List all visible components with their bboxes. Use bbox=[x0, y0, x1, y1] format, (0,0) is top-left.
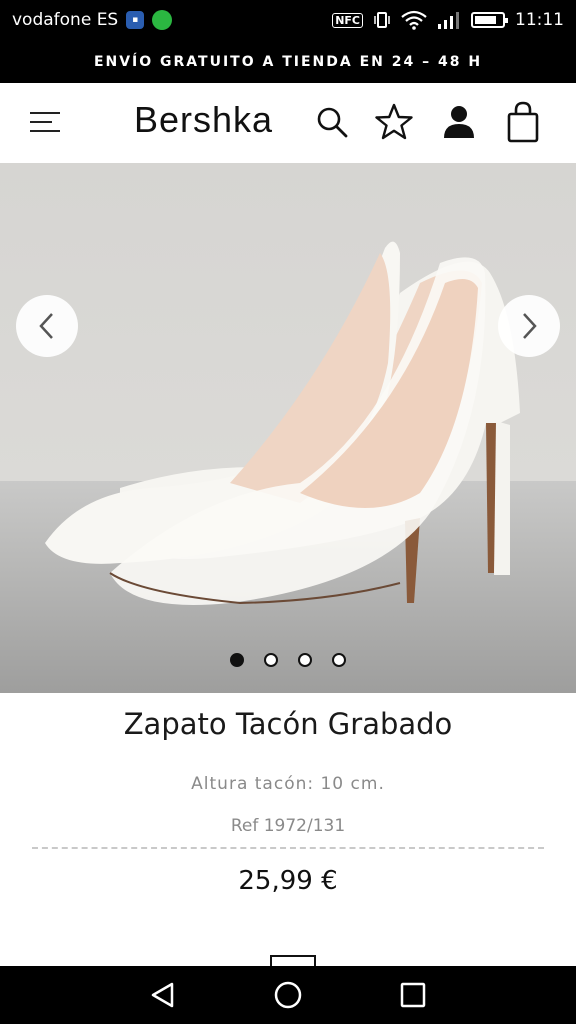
product-description: Altura tacón: 10 cm. bbox=[191, 774, 385, 794]
star-icon bbox=[375, 103, 413, 140]
whatsapp-icon bbox=[152, 10, 173, 30]
product-price: 25,99 € bbox=[238, 866, 338, 896]
carousel-dot[interactable] bbox=[298, 653, 312, 667]
search-button[interactable] bbox=[312, 101, 352, 143]
recents-button[interactable] bbox=[391, 973, 435, 1017]
product-title: Zapato Tacón Grabado bbox=[123, 707, 453, 741]
sim-app-icon: ▪ bbox=[126, 11, 145, 29]
promo-text: ENVÍO GRATUITO A TIENDA EN 24 – 48 H bbox=[93, 53, 483, 70]
carrier-label: vodafone ES bbox=[12, 10, 119, 30]
divider bbox=[32, 847, 544, 849]
previous-image-button[interactable] bbox=[16, 295, 78, 357]
nfc-icon: NFC bbox=[332, 12, 363, 28]
signal-icon bbox=[437, 10, 461, 30]
search-icon bbox=[317, 107, 348, 138]
product-reference: Ref 1972/131 bbox=[230, 816, 346, 836]
battery-icon bbox=[471, 12, 508, 28]
menu-button[interactable] bbox=[30, 110, 62, 134]
wishlist-button[interactable] bbox=[374, 101, 414, 143]
brand-logo[interactable]: Bershka bbox=[134, 99, 273, 141]
user-icon bbox=[444, 106, 474, 138]
back-button[interactable] bbox=[141, 973, 185, 1017]
clock: 11:11 bbox=[515, 10, 564, 30]
account-button[interactable] bbox=[439, 101, 479, 143]
chevron-right-icon bbox=[523, 313, 537, 339]
promo-banner[interactable]: ENVÍO GRATUITO A TIENDA EN 24 – 48 H bbox=[0, 40, 576, 83]
carousel-dot[interactable] bbox=[332, 653, 346, 667]
carousel-dot[interactable] bbox=[264, 653, 278, 667]
home-button[interactable] bbox=[266, 973, 310, 1017]
home-icon bbox=[274, 981, 302, 1009]
site-header: Bershka bbox=[0, 83, 576, 163]
back-icon bbox=[151, 982, 173, 1008]
bag-icon bbox=[507, 101, 539, 143]
system-nav-bar bbox=[0, 966, 576, 1024]
wifi-icon bbox=[401, 10, 427, 30]
vibrate-icon bbox=[373, 11, 391, 29]
carousel-dot[interactable] bbox=[230, 653, 244, 667]
recents-icon bbox=[401, 982, 426, 1008]
carousel-dots bbox=[0, 653, 576, 667]
next-image-button[interactable] bbox=[498, 295, 560, 357]
product-image bbox=[45, 241, 520, 605]
product-gallery[interactable] bbox=[0, 163, 576, 693]
cart-button[interactable] bbox=[503, 101, 543, 143]
chevron-left-icon bbox=[39, 313, 53, 339]
status-bar: vodafone ES ▪ NFC 11:11 bbox=[0, 0, 576, 40]
menu-icon bbox=[30, 112, 60, 114]
